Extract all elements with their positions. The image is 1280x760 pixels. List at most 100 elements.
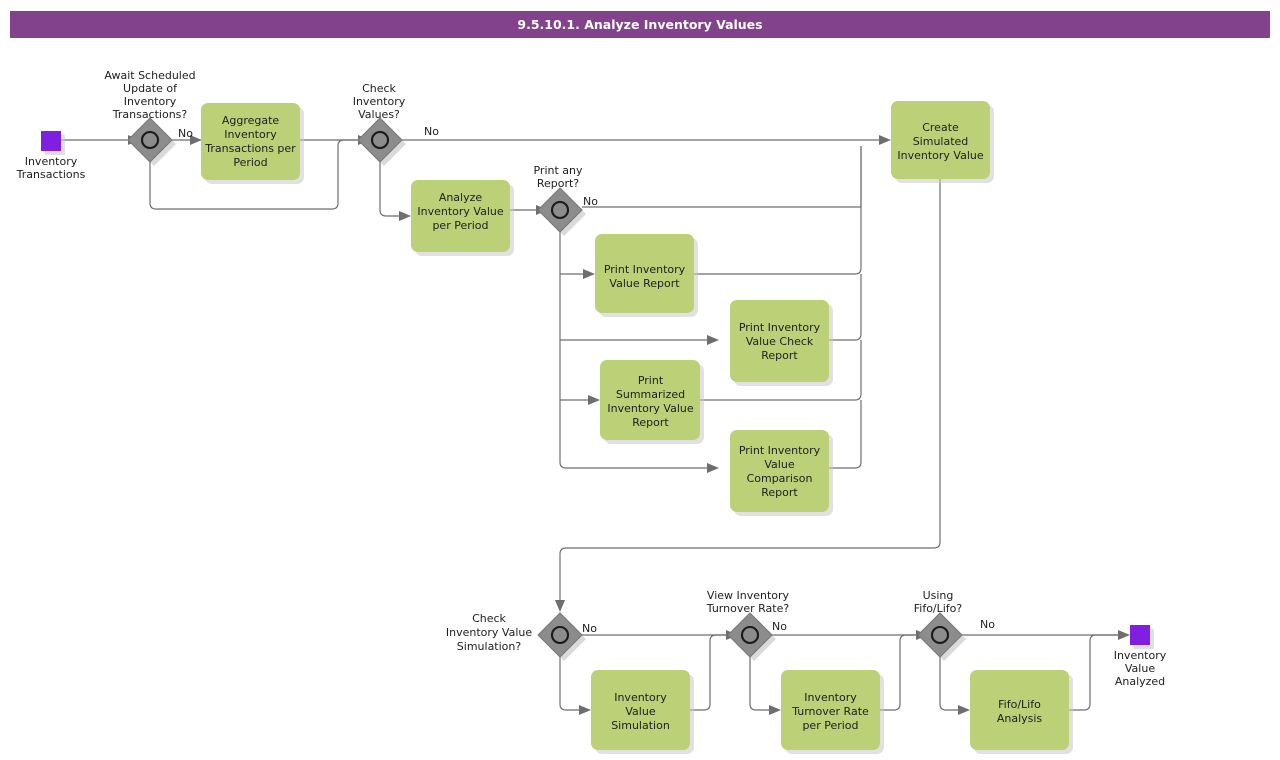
arrow-head-icon bbox=[399, 211, 411, 221]
task-print-inventory-value-report[interactable]: Print Inventory Value Report bbox=[595, 234, 698, 317]
task-label-line: per Period bbox=[802, 719, 858, 732]
end-event-label-line: Value bbox=[1125, 662, 1155, 675]
flow-sim-down-to-task bbox=[559, 657, 579, 711]
task-label-line: Simulated bbox=[913, 135, 969, 148]
task-aggregate-inventory-transactions[interactable]: Aggregate Inventory Transactions per Per… bbox=[201, 103, 304, 184]
task-label-line: Fifo/Lifo bbox=[998, 698, 1041, 711]
flow-labels: No No No No No No bbox=[178, 125, 995, 635]
task-label-line: Inventory Value bbox=[897, 149, 983, 162]
task-label-line: Value Check bbox=[746, 335, 814, 348]
flow-label-no: No bbox=[178, 127, 193, 140]
flow-label-no: No bbox=[772, 620, 787, 633]
gw-await-scheduled-update[interactable]: Await Scheduled Update of Inventory Tran… bbox=[104, 69, 196, 166]
flow-turnover-down-to-task bbox=[749, 657, 769, 711]
gateway-label-line: Print any bbox=[533, 164, 583, 177]
task-print-summarized-inventory-value-report[interactable]: Print Summarized Inventory Value Report bbox=[600, 360, 704, 444]
task-label-line: Turnover Rate bbox=[791, 705, 869, 718]
task-inventory-value-simulation[interactable]: Inventory Value Simulation bbox=[591, 670, 694, 754]
task-label-line: Period bbox=[233, 156, 267, 169]
end-event-label-line: Inventory bbox=[1114, 649, 1167, 662]
gateway-label-line: Check bbox=[362, 82, 396, 95]
task-label-line: Report bbox=[761, 349, 798, 362]
gateway-label-line: Update of bbox=[123, 82, 178, 95]
start-event-label-line: Transactions bbox=[16, 168, 86, 181]
flow-ivcr-to-merge bbox=[829, 274, 862, 341]
task-label-line: Inventory bbox=[614, 691, 667, 704]
task-label-line: Aggregate bbox=[222, 114, 280, 127]
start-event-inventory-transactions[interactable]: Inventory Transactions bbox=[16, 131, 86, 181]
gateway-label-line: Fifo/Lifo? bbox=[914, 602, 963, 615]
arrow-head-icon bbox=[958, 705, 970, 715]
task-label-line: Analyze bbox=[439, 191, 483, 204]
flow-printany-no-to-merge bbox=[582, 146, 862, 208]
arrow-head-icon bbox=[1118, 630, 1130, 640]
end-event-label-line: Analyzed bbox=[1115, 675, 1165, 688]
gateway-label-line: Inventory bbox=[353, 95, 406, 108]
gw-check-inventory-values[interactable]: Check Inventory Values? bbox=[353, 82, 406, 166]
gw-check-inventory-value-simulation[interactable]: Check Inventory Value Simulation? bbox=[446, 612, 586, 661]
flow-label-no: No bbox=[980, 618, 995, 631]
task-label-line: Print Inventory bbox=[739, 321, 821, 334]
gateway-label-line: Using bbox=[923, 589, 954, 602]
task-label-line: Value bbox=[625, 705, 655, 718]
task-label-line: Summarized bbox=[616, 388, 685, 401]
gateway-label-line: Turnover Rate? bbox=[706, 602, 790, 615]
task-label-line: Inventory Value bbox=[417, 205, 503, 218]
start-event-label-line: Inventory bbox=[25, 155, 78, 168]
task-label-line: Print bbox=[638, 374, 664, 387]
task-label-line: Comparison bbox=[747, 472, 813, 485]
task-print-inventory-value-check-report[interactable]: Print Inventory Value Check Report bbox=[730, 300, 833, 386]
flow-ivcompr-to-merge bbox=[829, 400, 862, 469]
task-fifo-lifo-analysis[interactable]: Fifo/Lifo Analysis bbox=[970, 670, 1073, 754]
gateway-label-line: Simulation? bbox=[457, 640, 522, 653]
arrow-head-icon bbox=[579, 705, 591, 715]
flow-ivr-to-merge bbox=[694, 146, 862, 275]
gateway-label-line: Await Scheduled bbox=[104, 69, 195, 82]
arrow-head-icon bbox=[707, 335, 719, 345]
flow-itr-to-fifo bbox=[880, 634, 928, 711]
task-label-line: Value Report bbox=[609, 277, 680, 290]
diagram-canvas: Aggregate Inventory Transactions per Per… bbox=[0, 0, 1280, 760]
events: Inventory Transactions Inventory Value A… bbox=[16, 131, 1167, 688]
task-label-line: Inventory bbox=[804, 691, 857, 704]
task-label-line: Print Inventory bbox=[604, 263, 686, 276]
task-label-line: Create bbox=[922, 121, 959, 134]
task-label-line: Report bbox=[761, 486, 798, 499]
arrow-head-icon bbox=[588, 395, 600, 405]
task-label-line: Print Inventory bbox=[739, 444, 821, 457]
flow-label-no: No bbox=[424, 125, 439, 138]
flow-label-no: No bbox=[582, 622, 597, 635]
arrow-head-icon bbox=[555, 600, 565, 612]
flow-check-down-to-analyze bbox=[379, 162, 399, 217]
flow-fifolifo-to-end bbox=[1069, 634, 1118, 711]
gateway-label-line: Transactions? bbox=[112, 108, 188, 121]
task-label-line: Transactions per bbox=[204, 142, 296, 155]
task-analyze-inventory-value-per-period[interactable]: Analyze Inventory Value per Period bbox=[411, 180, 514, 256]
task-create-simulated-inventory-value[interactable]: Create Simulated Inventory Value bbox=[891, 101, 994, 183]
task-label-line: Analysis bbox=[997, 712, 1043, 725]
task-label-line: Report bbox=[632, 416, 669, 429]
gateway-label-line: Check bbox=[472, 612, 506, 625]
gateway-label-line: View Inventory bbox=[707, 589, 790, 602]
task-print-inventory-value-comparison-report[interactable]: Print Inventory Value Comparison Report bbox=[730, 430, 833, 516]
task-label-line: Inventory Value bbox=[607, 402, 693, 415]
task-label-line: Inventory bbox=[224, 128, 277, 141]
gateway-label-line: Inventory bbox=[124, 95, 177, 108]
flow-ivsim-to-turnover bbox=[690, 634, 738, 711]
gateway-label-line: Values? bbox=[358, 108, 400, 121]
arrow-head-icon bbox=[879, 135, 891, 145]
gateway-label-line: Inventory Value bbox=[446, 626, 532, 639]
flow-label-no: No bbox=[583, 195, 598, 208]
task-label-line: Simulation bbox=[611, 719, 670, 732]
task-label-line: per Period bbox=[432, 219, 488, 232]
gw-using-fifo-lifo[interactable]: Using Fifo/Lifo? bbox=[914, 589, 966, 661]
task-inventory-turnover-rate-per-period[interactable]: Inventory Turnover Rate per Period bbox=[781, 670, 884, 754]
arrow-head-icon bbox=[769, 705, 781, 715]
gateway-label-line: Report? bbox=[537, 177, 579, 190]
flowchart-svg: Aggregate Inventory Transactions per Per… bbox=[16, 69, 1167, 754]
gw-print-any-report[interactable]: Print any Report? bbox=[533, 164, 586, 236]
arrow-head-icon bbox=[707, 463, 719, 473]
flow-fifo-down-to-task bbox=[939, 657, 958, 711]
task-label-line: Value bbox=[764, 458, 794, 471]
arrow-head-icon bbox=[583, 269, 595, 279]
